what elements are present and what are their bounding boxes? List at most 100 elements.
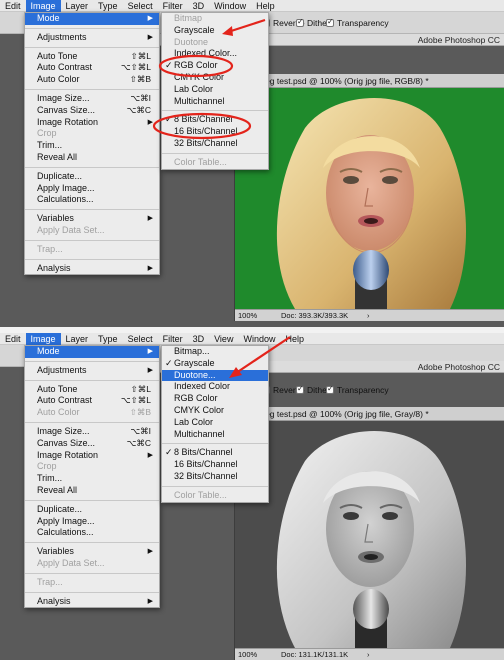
menu-item-auto-contrast[interactable]: Auto Contrast ⌥⇧⌘L bbox=[25, 395, 159, 407]
menu-separator bbox=[162, 110, 268, 112]
document-tab[interactable]: ✕2_jpeg test.psd @ 100% (Orig jpg file, … bbox=[235, 74, 504, 88]
menu-item-image-size[interactable]: Image Size... ⌥⌘I bbox=[25, 93, 159, 105]
menu-item-auto-color[interactable]: Auto Color ⇧⌘B bbox=[25, 74, 159, 86]
menu-item-label: Apply Data Set... bbox=[37, 557, 105, 568]
menu-item-auto-contrast[interactable]: Auto Contrast ⌥⇧⌘L bbox=[25, 62, 159, 74]
menu-item-lab-color[interactable]: Lab Color bbox=[162, 84, 268, 96]
menu-item-apply-image[interactable]: Apply Image... bbox=[25, 183, 159, 195]
menu-item-16-bits-channel[interactable]: 16 Bits/Channel bbox=[162, 126, 268, 138]
menu-layer[interactable]: Layer bbox=[61, 333, 94, 345]
menu-item-trim[interactable]: Trim... bbox=[25, 140, 159, 152]
menu-item-32-bits-channel[interactable]: 32 Bits/Channel bbox=[162, 471, 268, 483]
menu-item-label: Duotone... bbox=[174, 369, 216, 380]
document-window[interactable]: ✕2_jpeg test.psd @ 100% (Orig jpg file, … bbox=[234, 407, 504, 660]
chevron-right-icon[interactable]: › bbox=[367, 649, 370, 660]
menu-3d[interactable]: 3D bbox=[188, 333, 210, 345]
menu-item-label: Bitmap... bbox=[174, 346, 210, 356]
menu-3d[interactable]: 3D bbox=[188, 0, 210, 12]
menu-help[interactable]: Help bbox=[251, 0, 280, 12]
menu-item-8-bits-channel[interactable]: ✓ 8 Bits/Channel bbox=[162, 447, 268, 459]
menu-item-apply-image[interactable]: Apply Image... bbox=[25, 516, 159, 528]
zoom-level[interactable]: 100% bbox=[238, 649, 257, 660]
menu-item-adjustments[interactable]: Adjustments ▶ bbox=[25, 365, 159, 377]
menu-item-duotone[interactable]: Duotone... bbox=[162, 369, 268, 382]
menu-select[interactable]: Select bbox=[123, 0, 158, 12]
document-canvas[interactable] bbox=[235, 421, 504, 648]
menu-item-grayscale[interactable]: ✓ Grayscale bbox=[162, 358, 268, 370]
menu-select[interactable]: Select bbox=[123, 333, 158, 345]
menu-type[interactable]: Type bbox=[93, 0, 123, 12]
menu-item-canvas-size[interactable]: Canvas Size... ⌥⌘C bbox=[25, 105, 159, 117]
menu-edit[interactable]: Edit bbox=[0, 333, 26, 345]
menu-item-cmyk-color[interactable]: CMYK Color bbox=[162, 72, 268, 84]
dither-option[interactable]: Dither bbox=[296, 384, 330, 395]
menu-separator bbox=[25, 542, 159, 544]
checkbox-icon[interactable] bbox=[326, 384, 334, 394]
menu-item-mode[interactable]: Mode ▶ bbox=[25, 13, 159, 25]
menu-item-grayscale[interactable]: Grayscale bbox=[162, 25, 268, 37]
menu-item-rgb-color[interactable]: RGB Color bbox=[162, 393, 268, 405]
menu-item-image-rotation[interactable]: Image Rotation ▶ bbox=[25, 117, 159, 129]
menu-layer[interactable]: Layer bbox=[61, 0, 94, 12]
menu-item-canvas-size[interactable]: Canvas Size... ⌥⌘C bbox=[25, 438, 159, 450]
document-tab[interactable]: ✕2_jpeg test.psd @ 100% (Orig jpg file, … bbox=[235, 407, 504, 421]
menu-item-bitmap[interactable]: Bitmap... bbox=[162, 346, 268, 358]
menu-item-variables[interactable]: Variables ▶ bbox=[25, 546, 159, 558]
menu-item-label: Image Rotation bbox=[37, 116, 99, 127]
checkbox-icon[interactable] bbox=[296, 17, 304, 27]
menu-filter[interactable]: Filter bbox=[158, 0, 188, 12]
menu-item-32-bits-channel[interactable]: 32 Bits/Channel bbox=[162, 138, 268, 150]
menu-item-label: 16 Bits/Channel bbox=[174, 126, 238, 137]
menu-image[interactable]: Image bbox=[25, 0, 61, 12]
menu-item-auto-tone[interactable]: Auto Tone ⇧⌘L bbox=[25, 384, 159, 396]
menu-item-auto-tone[interactable]: Auto Tone ⇧⌘L bbox=[25, 51, 159, 63]
menu-item-multichannel[interactable]: Multichannel bbox=[162, 429, 268, 441]
zoom-level[interactable]: 100% bbox=[238, 310, 257, 322]
menu-item-indexed-color[interactable]: Indexed Color bbox=[162, 381, 268, 393]
menu-item-analysis[interactable]: Analysis ▶ bbox=[25, 596, 159, 608]
dither-option[interactable]: Dither bbox=[296, 17, 330, 28]
menu-window[interactable]: Window bbox=[238, 333, 280, 345]
menu-item-image-rotation[interactable]: Image Rotation ▶ bbox=[25, 450, 159, 462]
transparency-option[interactable]: Transparency bbox=[326, 17, 389, 28]
menu-item-8-bits-channel[interactable]: ✓ 8 Bits/Channel bbox=[162, 114, 268, 126]
menu-item-rgb-color[interactable]: ✓ RGB Color bbox=[162, 60, 268, 72]
menu-item-indexed-color[interactable]: Indexed Color... bbox=[162, 48, 268, 60]
menu-item-reveal-all[interactable]: Reveal All bbox=[25, 152, 159, 164]
checkbox-icon[interactable] bbox=[296, 384, 304, 394]
checkbox-icon[interactable] bbox=[326, 17, 334, 27]
menu-item-calculations[interactable]: Calculations... bbox=[25, 527, 159, 539]
shortcut-label: ⌥⌘C bbox=[126, 437, 151, 448]
menu-item-duplicate[interactable]: Duplicate... bbox=[25, 171, 159, 183]
menu-help[interactable]: Help bbox=[280, 333, 309, 345]
status-bar: 100% Doc: 131.1K/131.1K › bbox=[235, 648, 504, 660]
menu-item-adjustments[interactable]: Adjustments ▶ bbox=[25, 32, 159, 44]
menu-window[interactable]: Window bbox=[209, 0, 251, 12]
menu-edit[interactable]: Edit bbox=[0, 0, 26, 12]
menu-item-trim[interactable]: Trim... bbox=[25, 473, 159, 485]
menu-item-image-size[interactable]: Image Size... ⌥⌘I bbox=[25, 426, 159, 438]
menu-item-analysis[interactable]: Analysis ▶ bbox=[25, 263, 159, 275]
transparency-option[interactable]: Transparency bbox=[326, 384, 389, 395]
menu-item-mode[interactable]: Mode ▶ bbox=[25, 346, 159, 358]
menu-item-16-bits-channel[interactable]: 16 Bits/Channel bbox=[162, 459, 268, 471]
menu-item-duplicate[interactable]: Duplicate... bbox=[25, 504, 159, 516]
document-canvas[interactable] bbox=[235, 88, 504, 309]
document-window[interactable]: ✕2_jpeg test.psd @ 100% (Orig jpg file, … bbox=[234, 74, 504, 321]
menu-item-cmyk-color[interactable]: CMYK Color bbox=[162, 405, 268, 417]
menu-image[interactable]: Image bbox=[25, 333, 61, 345]
menu-separator bbox=[25, 591, 159, 593]
menu-item-multichannel[interactable]: Multichannel bbox=[162, 96, 268, 108]
menu-filter[interactable]: Filter bbox=[158, 333, 188, 345]
shortcut-label: ⌥⌘I bbox=[130, 425, 151, 436]
menu-view[interactable]: View bbox=[209, 333, 238, 345]
menu-separator bbox=[25, 572, 159, 574]
menu-item-lab-color[interactable]: Lab Color bbox=[162, 417, 268, 429]
menu-type[interactable]: Type bbox=[93, 333, 123, 345]
menu-item-calculations[interactable]: Calculations... bbox=[25, 194, 159, 206]
menu-item-bitmap: Bitmap bbox=[162, 13, 268, 25]
menu-item-variables[interactable]: Variables ▶ bbox=[25, 213, 159, 225]
chevron-right-icon[interactable]: › bbox=[367, 310, 370, 322]
submenu-arrow-icon: ▶ bbox=[147, 215, 153, 223]
menu-item-reveal-all[interactable]: Reveal All bbox=[25, 485, 159, 497]
